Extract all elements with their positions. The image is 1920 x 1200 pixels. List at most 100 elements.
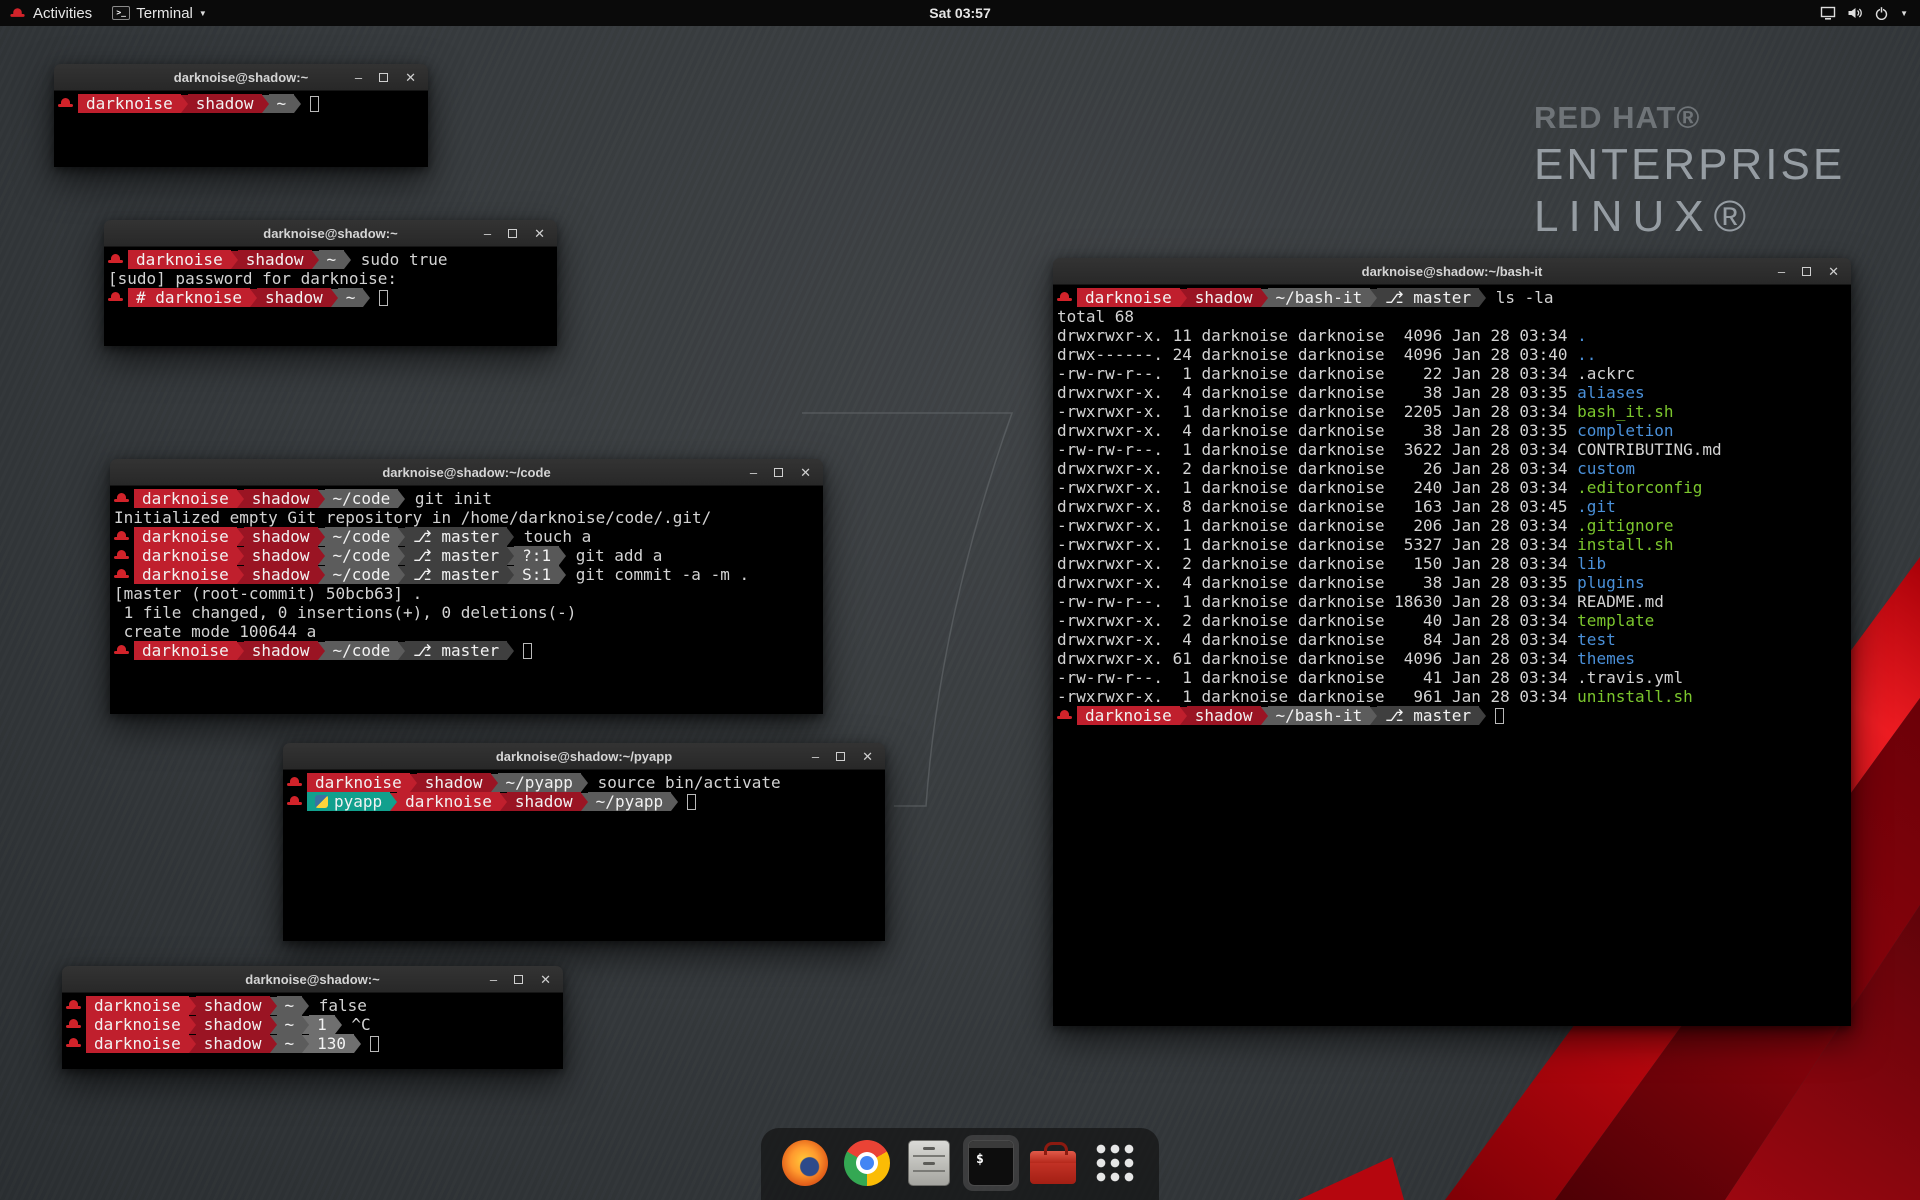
activities-label: Activities [33, 5, 92, 22]
close-button[interactable]: ✕ [862, 750, 873, 763]
terminal-window-pyapp: darknoise@shadow:~/pyapp–✕darknoiseshado… [283, 743, 885, 941]
terminal-content[interactable]: darknoiseshadow~/bash-it⎇ master ls -lat… [1053, 285, 1851, 1026]
window-titlebar[interactable]: darknoise@shadow:~/bash-it–✕ [1053, 258, 1851, 285]
powerline-separator-icon [1479, 707, 1486, 725]
powerline-separator-icon [231, 251, 238, 269]
maximize-button[interactable] [508, 229, 517, 238]
prompt-segment: ~/code [325, 527, 399, 546]
powerline-separator-icon [507, 642, 514, 660]
dock-files[interactable] [901, 1135, 957, 1191]
close-button[interactable]: ✕ [1828, 265, 1839, 278]
dock-toolbox[interactable] [1025, 1135, 1081, 1191]
dock-app-grid[interactable] [1087, 1135, 1143, 1191]
terminal-app-icon: >_ [112, 6, 130, 20]
terminal-window-code: darknoise@shadow:~/code–✕darknoiseshadow… [110, 459, 823, 714]
maximize-button[interactable] [836, 752, 845, 761]
prompt-segment: # darknoise [128, 288, 250, 307]
window-titlebar[interactable]: darknoise@shadow:~–✕ [104, 220, 557, 247]
prompt-segment: darknoise [397, 792, 500, 811]
prompt-segment: shadow [244, 546, 318, 565]
redhat-prompt-icon [287, 794, 302, 809]
terminal-text: uninstall.sh [1577, 687, 1693, 706]
terminal-window-home-small: darknoise@shadow:~–✕darknoiseshadow~ [54, 64, 428, 167]
terminal-text: .gitignore [1577, 516, 1673, 535]
powerline-separator-icon [331, 289, 338, 307]
redhat-prompt-icon [66, 1017, 81, 1032]
clock[interactable]: Sat 03:57 [929, 5, 990, 21]
window-titlebar[interactable]: darknoise@shadow:~–✕ [54, 64, 428, 91]
terminal-text: drwxrwxr-x. 61 darknoise darknoise 4096 … [1057, 649, 1577, 668]
window-buttons: –✕ [355, 71, 428, 84]
top-bar: Activities >_ Terminal ▼ Sat 03:57 ▼ [0, 0, 1920, 26]
powerline-separator-icon [1261, 289, 1268, 307]
terminal-text: source bin/activate [588, 773, 781, 792]
powerline-separator-icon [507, 528, 514, 546]
prompt-segment: ~/code [325, 489, 399, 508]
prompt-segment: ⎇ master [405, 546, 507, 565]
terminal-text: aliases [1577, 383, 1644, 402]
terminal-line: darknoiseshadow~/code⎇ masterS:1 git com… [114, 565, 819, 584]
minimize-button[interactable]: – [812, 750, 819, 763]
powerline-separator-icon [559, 547, 566, 565]
close-button[interactable]: ✕ [534, 227, 545, 240]
terminal-line: darknoiseshadow~/code⎇ master?:1 git add… [114, 546, 819, 565]
terminal-content[interactable]: darknoiseshadow~/code git initInitialize… [110, 486, 823, 714]
redhat-prompt-icon [66, 1036, 81, 1051]
terminal-text: drwxrwxr-x. 4 darknoise darknoise 84 Jan… [1057, 630, 1577, 649]
terminal-content[interactable]: darknoiseshadow~/pyapp source bin/activa… [283, 770, 885, 941]
powerline-separator-icon [398, 547, 405, 565]
maximize-button[interactable] [514, 975, 523, 984]
minimize-button[interactable]: – [490, 973, 497, 986]
terminal-line: drwxrwxr-x. 4 darknoise darknoise 38 Jan… [1057, 573, 1847, 592]
terminal-window-sudo: darknoise@shadow:~–✕darknoiseshadow~ sud… [104, 220, 557, 346]
dock-firefox[interactable] [777, 1135, 833, 1191]
window-title: darknoise@shadow:~ [174, 226, 487, 241]
terminal-text: drwxrwxr-x. 4 darknoise darknoise 38 Jan… [1057, 383, 1577, 402]
minimize-button[interactable]: – [355, 71, 362, 84]
window-titlebar[interactable]: darknoise@shadow:~–✕ [62, 966, 563, 993]
maximize-button[interactable] [774, 468, 783, 477]
window-titlebar[interactable]: darknoise@shadow:~/code–✕ [110, 459, 823, 486]
app-menu-label: Terminal [136, 5, 193, 22]
window-titlebar[interactable]: darknoise@shadow:~/pyapp–✕ [283, 743, 885, 770]
app-menu-terminal[interactable]: >_ Terminal ▼ [102, 0, 217, 26]
window-buttons: –✕ [484, 227, 557, 240]
activities-button[interactable]: Activities [0, 0, 102, 26]
powerline-separator-icon [312, 251, 319, 269]
prompt-segment: ⎇ master [1377, 288, 1479, 307]
terminal-text: drwxrwxr-x. 4 darknoise darknoise 38 Jan… [1057, 573, 1577, 592]
terminal-content[interactable]: darknoiseshadow~ sudo true[sudo] passwor… [104, 247, 557, 346]
maximize-button[interactable] [1802, 267, 1811, 276]
close-button[interactable]: ✕ [405, 71, 416, 84]
windows-layer: darknoise@shadow:~–✕darknoiseshadow~dark… [0, 0, 1920, 1200]
redhat-prompt-icon [108, 290, 123, 305]
terminal-icon: $ [968, 1140, 1014, 1186]
tray-chevron-down-icon: ▼ [1900, 9, 1908, 18]
prompt-segment: shadow [196, 1015, 270, 1034]
terminal-text: drwx------. 24 darknoise darknoise 4096 … [1057, 345, 1577, 364]
terminal-line: -rw-rw-r--. 1 darknoise darknoise 18630 … [1057, 592, 1847, 611]
terminal-content[interactable]: darknoiseshadow~ falsedarknoiseshadow~1 … [62, 993, 563, 1069]
maximize-button[interactable] [379, 73, 388, 82]
terminal-text: git init [405, 489, 492, 508]
terminal-line: darknoiseshadow~/pyapp source bin/activa… [287, 773, 881, 792]
close-button[interactable]: ✕ [540, 973, 551, 986]
minimize-button[interactable]: – [750, 466, 757, 479]
powerline-separator-icon [363, 289, 370, 307]
powerline-separator-icon [491, 774, 498, 792]
terminal-text: -rw-rw-r--. 1 darknoise darknoise 22 Jan… [1057, 364, 1635, 383]
powerline-separator-icon [318, 490, 325, 508]
terminal-line: -rwxrwxr-x. 1 darknoise darknoise 5327 J… [1057, 535, 1847, 554]
minimize-button[interactable]: – [484, 227, 491, 240]
powerline-separator-icon [581, 774, 588, 792]
prompt-segment: darknoise [134, 546, 237, 565]
redhat-prompt-icon [114, 548, 129, 563]
terminal-line: darknoiseshadow~/code⎇ master touch a [114, 527, 819, 546]
close-button[interactable]: ✕ [800, 466, 811, 479]
dock-terminal[interactable]: $ [963, 1135, 1019, 1191]
terminal-content[interactable]: darknoiseshadow~ [54, 91, 428, 167]
system-tray[interactable]: ▼ [1820, 0, 1920, 26]
terminal-line: create mode 100644 a [114, 622, 819, 641]
dock-chrome[interactable] [839, 1135, 895, 1191]
minimize-button[interactable]: – [1778, 265, 1785, 278]
